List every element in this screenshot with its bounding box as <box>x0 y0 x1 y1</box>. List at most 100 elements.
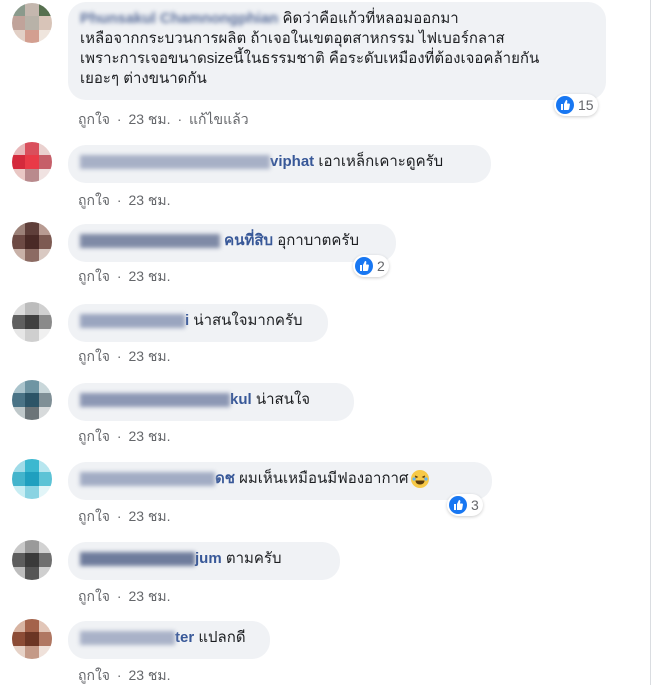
avatar-pixel <box>25 155 39 169</box>
commenter-name[interactable]: kul <box>230 391 252 408</box>
comment-bubble: jum ตามครับ <box>68 542 340 580</box>
avatar-pixel <box>12 567 25 580</box>
avatar-pixel <box>25 540 39 553</box>
commenter-name-hidden[interactable] <box>80 552 195 567</box>
avatar[interactable] <box>12 3 52 43</box>
commenter-name-hidden[interactable] <box>80 234 220 249</box>
avatar-pixel <box>39 619 52 632</box>
comment-bubble: ter แปลกดี <box>68 621 270 659</box>
comment-text: ตามครับ <box>225 550 282 567</box>
like-link[interactable]: ถูกใจ <box>78 588 110 604</box>
commenter-name[interactable]: ter <box>175 629 194 646</box>
timestamp[interactable]: 23 ชม. <box>128 588 170 604</box>
avatar[interactable] <box>12 380 52 420</box>
like-link[interactable]: ถูกใจ <box>78 508 110 524</box>
avatar-pixel <box>25 393 39 407</box>
like-link[interactable]: ถูกใจ <box>78 428 110 444</box>
reaction-count[interactable]: 2 <box>353 255 389 277</box>
avatar-pixel <box>25 329 39 342</box>
avatar-pixel <box>12 249 25 262</box>
comment-text: ผมเห็นเหมือนมีฟองอากาศ <box>239 470 409 487</box>
avatar-pixel <box>12 315 25 329</box>
avatar[interactable] <box>12 142 52 182</box>
avatar-pixel <box>25 567 39 580</box>
comment-meta: ถูกใจ · 23 ชม. <box>78 266 174 288</box>
timestamp[interactable]: 23 ชม. <box>128 192 170 208</box>
like-link[interactable]: ถูกใจ <box>78 192 110 208</box>
avatar[interactable] <box>12 222 52 262</box>
avatar[interactable] <box>12 302 52 342</box>
separator: · <box>116 111 122 127</box>
reaction-count[interactable]: 3 <box>447 494 483 516</box>
commenter-name-hidden[interactable] <box>80 631 175 646</box>
avatar[interactable] <box>12 619 52 659</box>
avatar-pixel <box>12 222 25 235</box>
avatar-pixel <box>39 567 52 580</box>
commenter-name-hidden[interactable] <box>80 155 270 170</box>
avatar-pixel <box>39 302 52 315</box>
commenter-name-hidden[interactable] <box>80 472 215 487</box>
timestamp[interactable]: 23 ชม. <box>128 428 170 444</box>
avatar-pixel <box>25 315 39 329</box>
timestamp[interactable]: 23 ชม. <box>128 268 170 284</box>
avatar-pixel <box>39 459 52 472</box>
separator: · <box>116 508 122 524</box>
avatar-pixel <box>25 16 39 30</box>
commenter-name[interactable]: viphat <box>270 153 314 170</box>
avatar-pixel <box>39 632 52 646</box>
timestamp[interactable]: 23 ชม. <box>128 348 170 364</box>
avatar-pixel <box>25 249 39 262</box>
avatar[interactable] <box>12 459 52 499</box>
avatar-pixel <box>39 222 52 235</box>
like-reaction-icon <box>355 257 373 275</box>
comment-text: เอาเหล็กเคาะดูครับ <box>318 153 444 170</box>
avatar-pixel <box>39 169 52 182</box>
like-link[interactable]: ถูกใจ <box>78 268 110 284</box>
commenter-name[interactable]: Phunsakul Chamnongphian <box>80 10 278 27</box>
separator: · <box>177 111 183 127</box>
comment-bubble: kul น่าสนใจ <box>68 383 354 421</box>
commenter-name[interactable]: jum <box>195 550 222 567</box>
comment-text-line: เหลือจากกระบวนการผลิต ถ้าเจอในเขตอุตสาหก… <box>80 30 505 47</box>
avatar-pixel <box>12 142 25 155</box>
commenter-name[interactable]: i <box>185 312 189 329</box>
timestamp[interactable]: 23 ชม. <box>128 508 170 524</box>
avatar-pixel <box>39 16 52 30</box>
avatar-pixel <box>39 235 52 249</box>
avatar-pixel <box>12 235 25 249</box>
avatar-pixel <box>39 249 52 262</box>
avatar-pixel <box>39 472 52 486</box>
timestamp[interactable]: 23 ชม. <box>128 667 170 683</box>
comment-meta: ถูกใจ · 23 ชม. <box>78 346 174 368</box>
like-link[interactable]: ถูกใจ <box>78 111 110 127</box>
comment-text: แปลกดี <box>198 629 246 646</box>
like-link[interactable]: ถูกใจ <box>78 348 110 364</box>
avatar-pixel <box>12 632 25 646</box>
reaction-number: 2 <box>377 258 385 274</box>
comment-bubble: i น่าสนใจมากครับ <box>68 304 328 342</box>
avatar-pixel <box>12 486 25 499</box>
avatar[interactable] <box>12 540 52 580</box>
timestamp[interactable]: 23 ชม. <box>128 111 170 127</box>
separator: · <box>116 348 122 364</box>
avatar-pixel <box>25 3 39 16</box>
reaction-count[interactable]: 15 <box>554 94 598 116</box>
comment-text: น่าสนใจ <box>255 391 311 408</box>
avatar-pixel <box>39 540 52 553</box>
commenter-name-hidden[interactable] <box>80 393 230 408</box>
like-link[interactable]: ถูกใจ <box>78 667 110 683</box>
avatar-pixel <box>12 30 25 43</box>
avatar-pixel <box>25 646 39 659</box>
commenter-name-hidden[interactable] <box>80 314 185 329</box>
avatar-pixel <box>12 553 25 567</box>
avatar-pixel <box>12 393 25 407</box>
commenter-name[interactable]: คนที่สิบ <box>224 232 273 249</box>
avatar-pixel <box>12 155 25 169</box>
comment-text: คิดว่าคือแก้วที่หลอมออกมา <box>282 10 459 27</box>
avatar-pixel <box>39 553 52 567</box>
avatar-pixel <box>39 142 52 155</box>
comment-text-line: เยอะๆ ต่างขนาดกัน <box>80 70 207 87</box>
avatar-pixel <box>12 380 25 393</box>
commenter-name[interactable]: ดช <box>215 470 235 487</box>
separator: · <box>116 588 122 604</box>
